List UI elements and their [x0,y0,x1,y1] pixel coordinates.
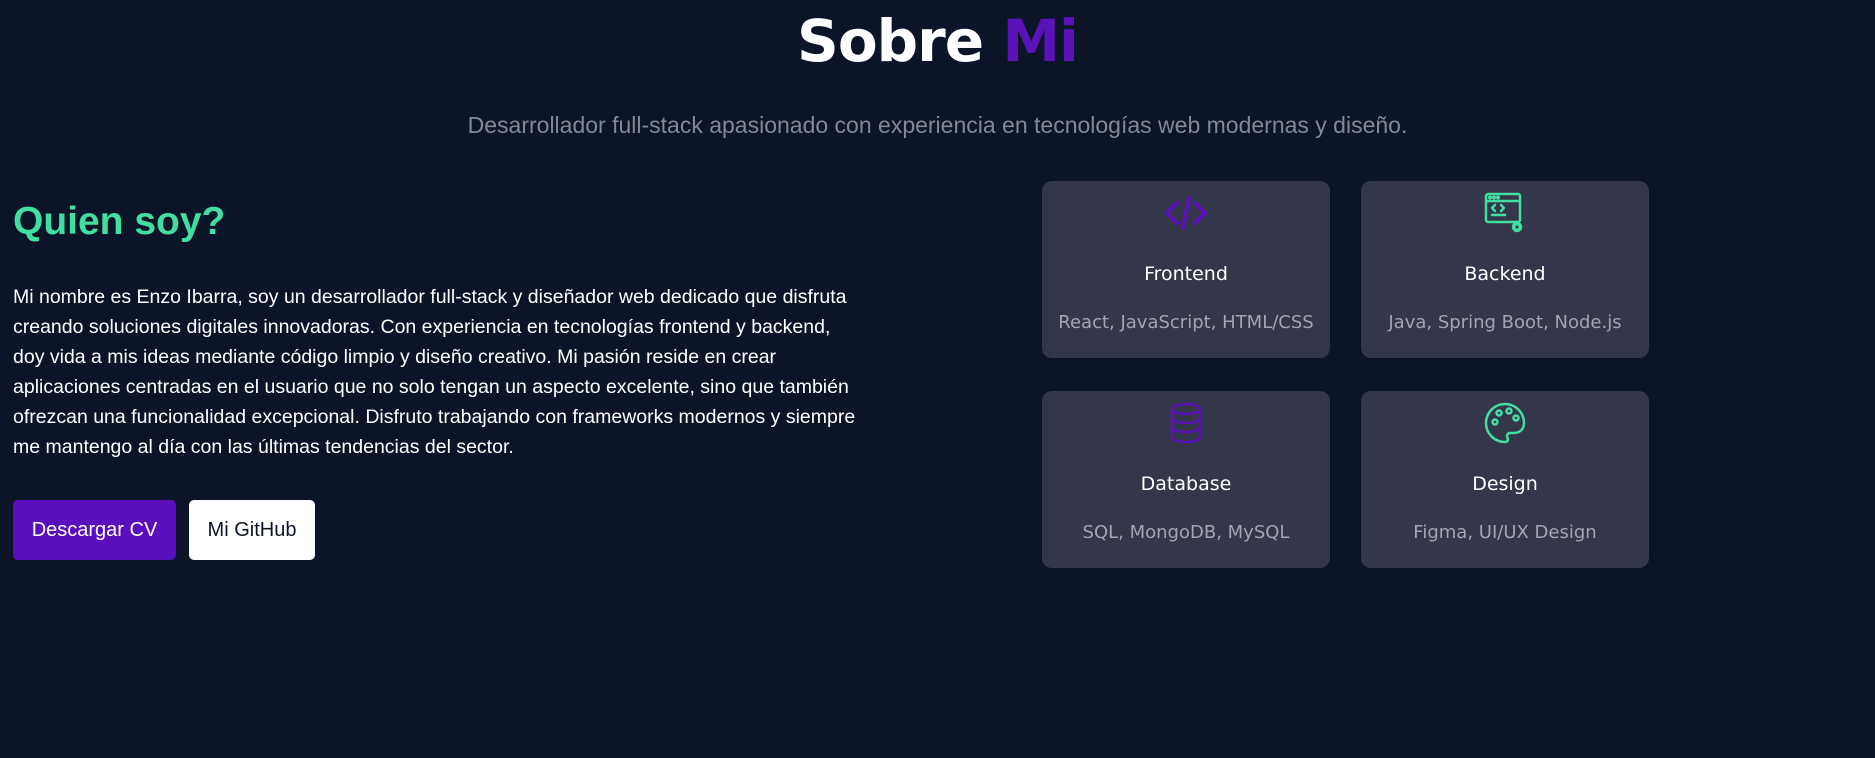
palette-icon [1484,402,1526,444]
skill-description: Java, Spring Boot, Node.js [1388,312,1622,333]
title-main: Sobre [797,7,984,75]
download-cv-button[interactable]: Descargar CV [13,500,176,560]
skill-title: Frontend [1144,263,1228,285]
about-bio: Mi nombre es Enzo Ibarra, soy un desarro… [13,286,856,458]
skill-description: React, JavaScript, HTML/CSS [1058,312,1314,333]
github-button[interactable]: Mi GitHub [189,500,315,560]
skill-card-database: Database SQL, MongoDB, MySQL [1042,391,1330,568]
code-icon [1165,196,1207,230]
skill-description: SQL, MongoDB, MySQL [1082,522,1290,543]
page-title: Sobre Mi [0,2,1875,80]
about-heading: Quien soy? [13,200,226,243]
title-accent: Mi [1002,7,1079,75]
skill-title: Backend [1464,263,1546,285]
skill-card-frontend: Frontend React, JavaScript, HTML/CSS [1042,181,1330,358]
page-subtitle: Desarrollador full-stack apasionado con … [467,112,1408,138]
server-code-icon [1484,192,1523,233]
skill-description: Figma, UI/UX Design [1413,522,1597,543]
skill-title: Design [1472,473,1538,495]
database-icon [1170,402,1202,444]
skill-card-design: Design Figma, UI/UX Design [1361,391,1649,568]
skill-card-backend: Backend Java, Spring Boot, Node.js [1361,181,1649,358]
skill-title: Database [1140,473,1232,495]
